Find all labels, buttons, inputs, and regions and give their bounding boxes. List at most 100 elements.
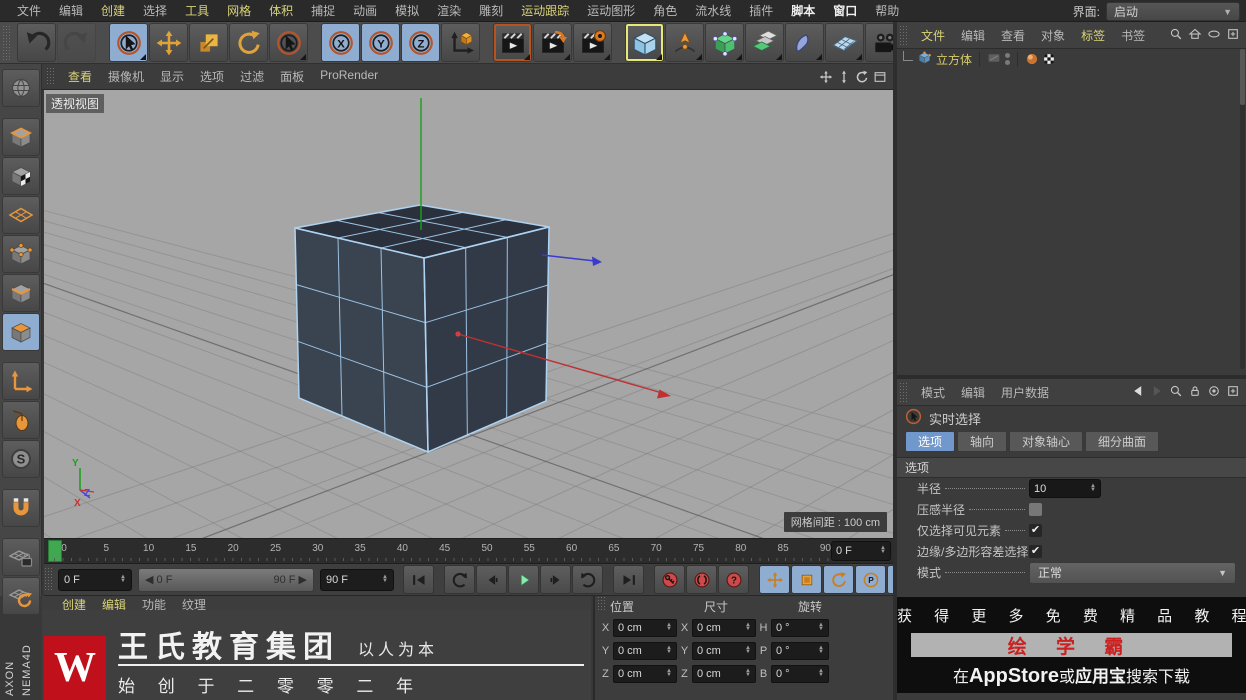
coordinate-field[interactable]: 0 cm▲▼ [613, 665, 677, 683]
attribute-manager-grip[interactable] [899, 382, 908, 402]
go-end-button[interactable] [613, 565, 644, 594]
stepper-icon[interactable]: ▲▼ [880, 547, 886, 554]
stepper-icon[interactable]: ▲▼ [818, 670, 824, 677]
toolbar-grip[interactable] [2, 25, 11, 60]
tab-1[interactable]: 轴向 [957, 431, 1007, 452]
object-manager-menu-item-5[interactable]: 书签 [1113, 27, 1153, 44]
stepper-icon[interactable]: ▲▼ [745, 624, 751, 631]
autokey-button[interactable] [686, 565, 717, 594]
menubar-item-0[interactable]: 文件 [8, 2, 50, 19]
loop-cw-button[interactable] [572, 565, 603, 594]
render-view-button[interactable] [493, 23, 532, 62]
stepper-icon[interactable]: ▲▼ [745, 670, 751, 677]
maximize-view-button[interactable] [873, 70, 887, 84]
coordinate-field[interactable]: 0 °▲▼ [771, 642, 829, 660]
polygons-mode-button[interactable] [2, 313, 40, 351]
tab-2[interactable]: 对象轴心 [1009, 431, 1083, 452]
search-button[interactable] [1169, 27, 1183, 44]
add-floor-button[interactable] [825, 23, 864, 62]
anim-question-button[interactable]: ? [718, 565, 749, 594]
perspective-viewport[interactable]: 透视视图 网格间距 : 100 cm Y Z X [44, 90, 893, 538]
rotate-view-button[interactable] [855, 70, 869, 84]
menubar-item-2[interactable]: 创建 [92, 2, 134, 19]
add-clone-button[interactable] [745, 23, 784, 62]
prev-frame-button[interactable] [476, 565, 507, 594]
menubar-item-8[interactable]: 动画 [344, 2, 386, 19]
tab-3[interactable]: 细分曲面 [1085, 431, 1159, 452]
coordinate-field[interactable]: 0 °▲▼ [771, 665, 829, 683]
stepper-icon[interactable]: ▲▼ [666, 670, 672, 677]
make-editable-button[interactable] [2, 69, 40, 107]
add-frame-button[interactable] [1226, 27, 1240, 44]
tweak-mode-button[interactable] [2, 401, 40, 439]
add-spline-button[interactable] [665, 23, 704, 62]
dolly-view-button[interactable] [837, 70, 851, 84]
lock-z-button[interactable]: Z [401, 23, 440, 62]
object-row[interactable]: 立方体 [897, 49, 1246, 69]
home-button[interactable] [1188, 27, 1202, 44]
target-button[interactable] [1207, 384, 1221, 401]
menubar-item-13[interactable]: 运动图形 [578, 2, 644, 19]
snap-button[interactable] [2, 489, 40, 527]
eye-button[interactable] [1207, 27, 1221, 44]
stepper-icon[interactable]: ▲▼ [745, 647, 751, 654]
workplane-mode-button[interactable] [2, 196, 40, 234]
object-manager-menu-item-0[interactable]: 文件 [913, 27, 953, 44]
scale-button[interactable] [189, 23, 228, 62]
checkbox[interactable]: ✔ [1029, 524, 1042, 537]
key-parameter-button[interactable]: P [855, 565, 886, 594]
menubar-item-4[interactable]: 工具 [176, 2, 218, 19]
undo-button[interactable] [17, 23, 56, 62]
attribute-manager-menu-item-1[interactable]: 编辑 [953, 384, 993, 401]
menubar-item-11[interactable]: 雕刻 [470, 2, 512, 19]
options-section-header[interactable]: 选项 [897, 457, 1246, 478]
current-frame-field[interactable]: 0 F ▲▼ [831, 541, 891, 561]
stepper-icon[interactable]: ▲▼ [120, 576, 126, 583]
add-frame-button[interactable] [1226, 384, 1240, 401]
nav-fwd-button[interactable] [1150, 384, 1164, 401]
lock-y-button[interactable]: Y [361, 23, 400, 62]
object-manager-menu-item-1[interactable]: 编辑 [953, 27, 993, 44]
menubar-item-14[interactable]: 角色 [644, 2, 686, 19]
rotate-button[interactable] [229, 23, 268, 62]
nav-back-button[interactable] [1131, 384, 1145, 401]
live-selection-button[interactable] [109, 23, 148, 62]
coordinate-field[interactable]: 0 °▲▼ [771, 619, 829, 637]
menubar-item-17[interactable]: 脚本 [782, 2, 824, 19]
stepper-icon[interactable]: ▲▼ [818, 647, 824, 654]
add-deformer-button[interactable] [785, 23, 824, 62]
menubar-item-19[interactable]: 帮助 [866, 2, 908, 19]
points-mode-button[interactable] [2, 235, 40, 273]
ad-badge[interactable]: 绘 学 霸 [911, 633, 1232, 657]
add-generator-button[interactable] [705, 23, 744, 62]
add-cube-button[interactable] [625, 23, 664, 62]
coordinate-field[interactable]: 0 cm▲▼ [613, 619, 677, 637]
viewport-menu-item-1[interactable]: 摄像机 [100, 68, 152, 85]
go-start-button[interactable] [403, 565, 434, 594]
view-label[interactable]: 透视视图 [46, 94, 104, 113]
stepper-icon[interactable]: ▲▼ [382, 576, 388, 583]
checkbox[interactable]: ✔ [1029, 545, 1042, 558]
next-frame-button[interactable] [540, 565, 571, 594]
key-position-button[interactable] [759, 565, 790, 594]
loop-ccw-button[interactable] [444, 565, 475, 594]
coord-system-button[interactable] [441, 23, 480, 62]
lock-x-button[interactable]: X [321, 23, 360, 62]
viewport-menu-item-3[interactable]: 选项 [192, 68, 232, 85]
coordinate-field[interactable]: 0 cm▲▼ [692, 619, 756, 637]
object-manager-menu-item-2[interactable]: 查看 [993, 27, 1033, 44]
redo-button[interactable] [57, 23, 96, 62]
menubar-item-5[interactable]: 网格 [218, 2, 260, 19]
number-field[interactable]: 10▲▼ [1029, 479, 1101, 498]
menubar-item-1[interactable]: 编辑 [50, 2, 92, 19]
lock-button[interactable] [1188, 384, 1202, 401]
transport-current-frame-field[interactable]: 0 F ▲▼ [58, 569, 132, 591]
soft-selection-button[interactable]: S [2, 440, 40, 478]
viewport-menu-item-5[interactable]: 面板 [272, 68, 312, 85]
render-settings-button[interactable] [573, 23, 612, 62]
key-scale-button[interactable] [791, 565, 822, 594]
timeline-ruler[interactable]: 051015202530354045505560657075808590 0 F… [44, 538, 893, 564]
visibility-dots-icon[interactable] [1005, 53, 1010, 65]
object-manager-grip[interactable] [899, 25, 908, 45]
pan-view-button[interactable] [819, 70, 833, 84]
